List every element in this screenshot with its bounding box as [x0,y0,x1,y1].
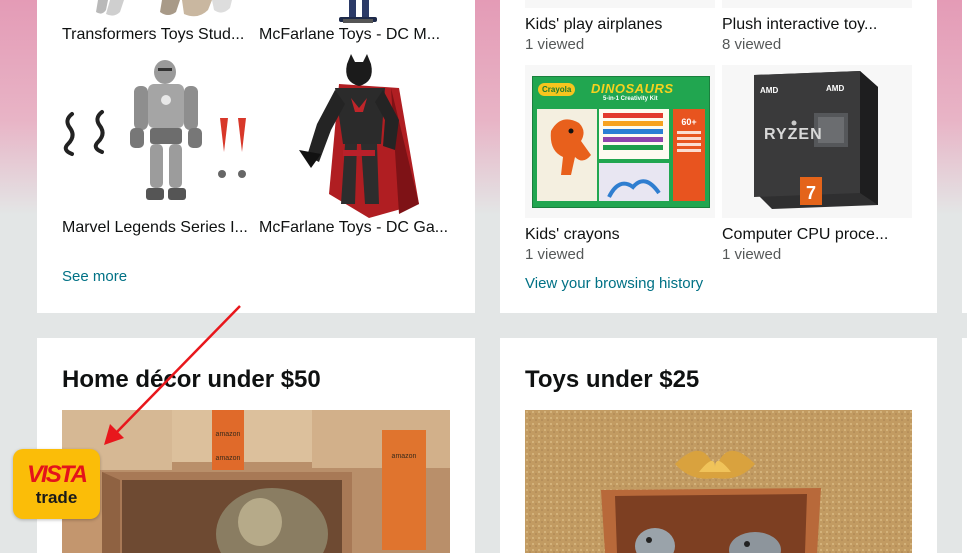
annotation-arrow [104,305,241,445]
badge-line-1: VISTA [27,461,88,488]
vista-trade-badge[interactable]: VISTA trade [13,449,100,519]
badge-line-2: trade [35,488,78,507]
